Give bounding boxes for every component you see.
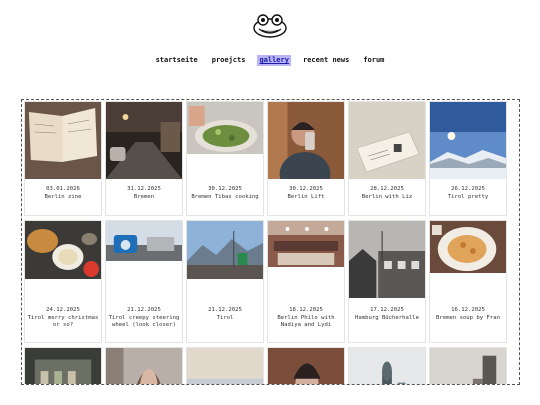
photo-title: Tirol creepy steering wheel (look closer…	[108, 314, 180, 329]
photo-title: Hamburg Bücherhalle	[355, 314, 419, 321]
gallery-photo	[349, 221, 425, 298]
gallery-photo	[187, 102, 263, 154]
photo-title: Tirol merry christmas or so?	[27, 314, 99, 329]
gallery-photo	[268, 348, 344, 384]
frog-logo-icon[interactable]	[252, 13, 288, 39]
gallery-photo	[349, 348, 425, 384]
gallery-card[interactable]	[186, 347, 264, 384]
photo-date: 03.01.2026	[46, 186, 80, 192]
photo-title: Bremen Tibas cooking	[191, 193, 259, 200]
gallery-photo	[430, 348, 506, 384]
gallery-card[interactable]	[24, 347, 102, 384]
gallery-photo	[25, 348, 101, 384]
photo-date: 24.12.2025	[46, 307, 80, 313]
gallery-photo	[268, 102, 344, 179]
nav-startseite[interactable]: startseite	[154, 55, 200, 66]
gallery-card[interactable]: 21.12.2025 Tirol	[186, 220, 264, 343]
gallery-photo	[106, 102, 182, 179]
photo-date: 21.12.2025	[127, 307, 161, 313]
gallery-photo	[187, 348, 263, 384]
photo-date: 28.12.2025	[370, 186, 404, 192]
gallery-photo	[349, 102, 425, 179]
gallery-photo	[106, 221, 182, 261]
photo-date: 30.12.2025	[208, 186, 242, 192]
gallery-photo	[25, 102, 101, 179]
gallery-card[interactable]: 30.12.2025 Bremen Tibas cooking	[186, 101, 264, 216]
gallery-card[interactable]	[105, 347, 183, 384]
gallery-card[interactable]: 31.12.2025 Bremen	[105, 101, 183, 216]
gallery-card[interactable]: 26.12.2025 Tirol pretty	[429, 101, 507, 216]
gallery-photo	[187, 221, 263, 279]
gallery-card[interactable]: 03.01.2026 Berlin zine	[24, 101, 102, 216]
gallery-photo	[430, 102, 506, 179]
nav-proejcts[interactable]: proejcts	[210, 55, 248, 66]
gallery-card[interactable]: 30.12.2025 Berlin Lift	[267, 101, 345, 216]
nav-recent-news[interactable]: recent news	[301, 55, 351, 66]
photo-date: 16.12.2025	[451, 307, 485, 313]
gallery-grid: 03.01.2026 Berlin zine 31.12.2025 Bremen	[24, 101, 507, 384]
gallery-photo	[268, 221, 344, 267]
gallery-card[interactable]	[267, 347, 345, 384]
photo-date: 26.12.2025	[451, 186, 485, 192]
gallery-frame: 03.01.2026 Berlin zine 31.12.2025 Bremen	[21, 99, 520, 385]
gallery-card[interactable]	[348, 347, 426, 384]
gallery-card[interactable]: 28.12.2025 Berlin with Liz	[348, 101, 426, 216]
photo-date: 18.12.2025	[289, 307, 323, 313]
photo-title: Berlin with Liz	[361, 193, 413, 200]
gallery-card[interactable]: 17.12.2025 Hamburg Bücherhalle	[348, 220, 426, 343]
gallery-card[interactable]	[429, 347, 507, 384]
photo-date: 30.12.2025	[289, 186, 323, 192]
photo-title: Berlin Philo with Nadiya and Lydi	[277, 314, 335, 329]
photo-title: Tirol pretty	[447, 193, 489, 200]
photo-date: 21.12.2025	[208, 307, 242, 313]
gallery-photo	[25, 221, 101, 279]
gallery-card[interactable]: 16.12.2025 Bremen soup by Fran	[429, 220, 507, 343]
photo-title: Berlin zine	[44, 193, 82, 200]
photo-date: 31.12.2025	[127, 186, 161, 192]
photo-title: Bremen soup by Fran	[436, 314, 500, 321]
gallery-photo	[106, 348, 182, 384]
photo-title: Tirol	[216, 314, 234, 321]
gallery-card[interactable]: 18.12.2025 Berlin Philo with Nadiya and …	[267, 220, 345, 343]
photo-title: Berlin Lift	[287, 193, 325, 200]
main-nav: startseite proejcts gallery recent news …	[0, 55, 540, 66]
gallery-card[interactable]: 24.12.2025 Tirol merry christmas or so?	[24, 220, 102, 343]
gallery-card[interactable]: 21.12.2025 Tirol creepy steering wheel (…	[105, 220, 183, 343]
gallery-photo	[430, 221, 506, 273]
photo-date: 17.12.2025	[370, 307, 404, 313]
nav-forum[interactable]: forum	[361, 55, 386, 66]
photo-title: Bremen	[133, 193, 155, 200]
nav-gallery[interactable]: gallery	[257, 55, 291, 66]
